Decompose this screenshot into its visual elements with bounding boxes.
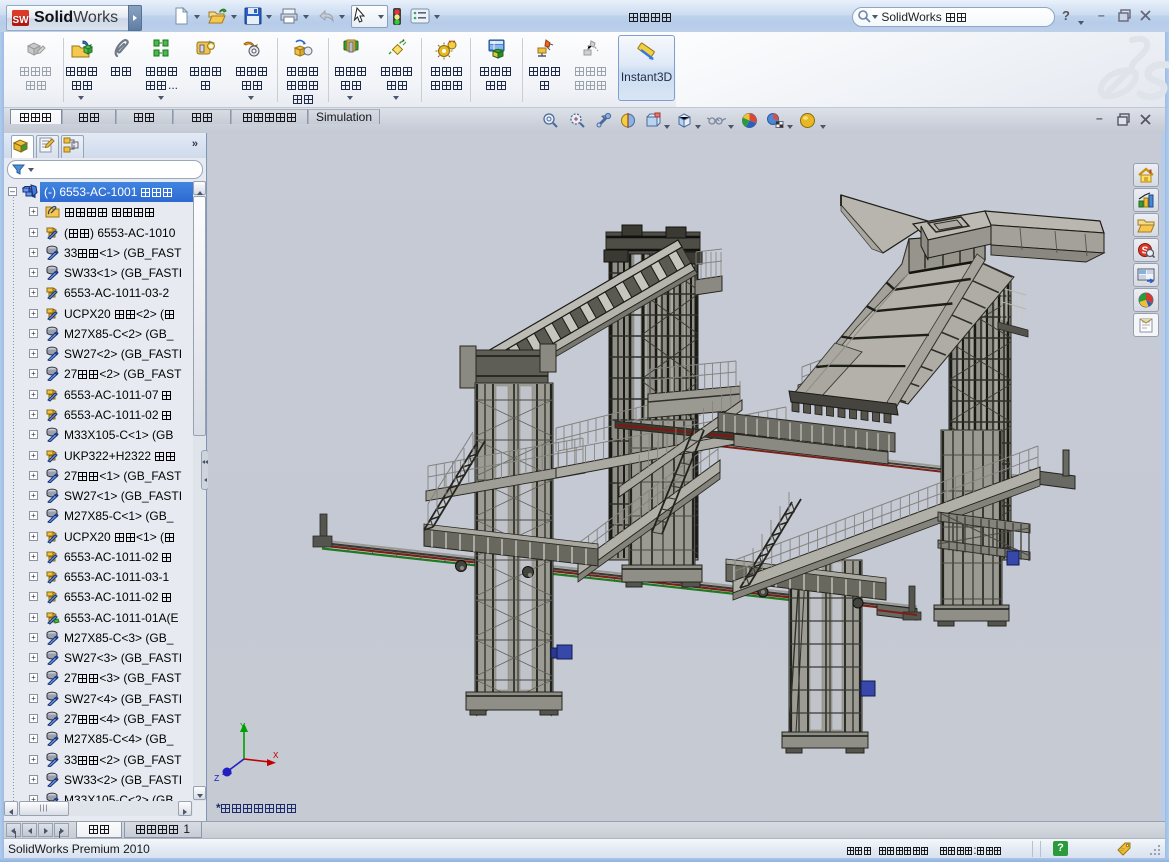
svg-text:Y: Y — [240, 722, 246, 732]
svg-text:X: X — [273, 751, 279, 761]
svg-text:*: * — [402, 39, 405, 46]
svg-text:SW: SW — [12, 15, 29, 26]
svg-text:Z: Z — [214, 774, 220, 784]
